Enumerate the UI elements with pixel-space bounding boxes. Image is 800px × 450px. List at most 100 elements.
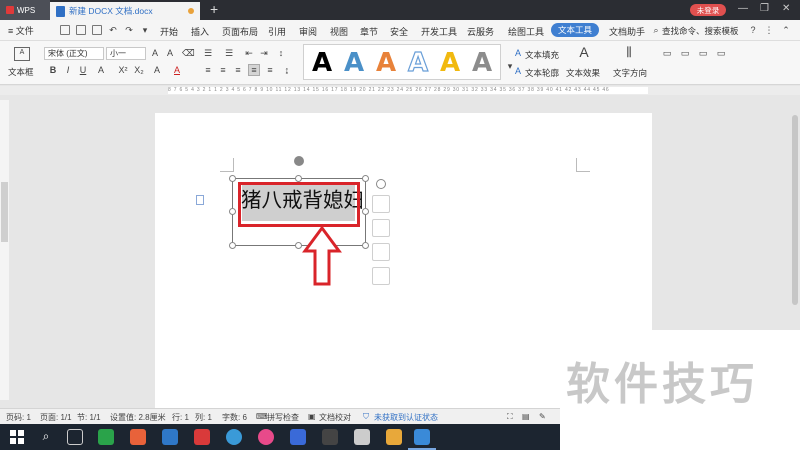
text-direction-icon[interactable]: ⫼: [622, 46, 636, 61]
auth-status[interactable]: 未获取到认证状态: [374, 412, 438, 423]
text-effect-label[interactable]: 文本效果: [566, 67, 600, 79]
underline-icon[interactable]: U: [78, 65, 88, 75]
menu-developer[interactable]: 开发工具: [421, 25, 457, 38]
menu-drawing-tools[interactable]: 绘图工具: [508, 25, 544, 38]
superscript-icon[interactable]: X²: [118, 65, 128, 75]
close-icon[interactable]: ✕: [782, 3, 790, 14]
resize-handle-w[interactable]: [229, 208, 236, 215]
windows-start-icon[interactable]: [10, 430, 24, 444]
taskbar-search-icon[interactable]: ⌕: [38, 429, 54, 445]
shape-fill-icon[interactable]: [372, 243, 390, 261]
grow-font-icon[interactable]: A: [150, 48, 160, 58]
spell-check-icon[interactable]: ⌨: [256, 412, 268, 421]
undo-icon[interactable]: ↶: [108, 25, 118, 35]
layout-options-icon[interactable]: [372, 195, 390, 213]
file-explorer-icon[interactable]: [386, 429, 402, 445]
resize-handle-sw[interactable]: [229, 242, 236, 249]
resize-handle-ne[interactable]: [362, 175, 369, 182]
login-button[interactable]: 未登录: [690, 4, 726, 16]
minimize-icon[interactable]: —: [738, 3, 748, 14]
line-spacing-icon[interactable]: ↨: [282, 65, 292, 75]
anchor-icon[interactable]: [196, 195, 204, 205]
menu-home[interactable]: 开始: [160, 25, 178, 38]
justify-icon[interactable]: ≡: [248, 64, 260, 76]
wps-taskbar-icon[interactable]: [414, 429, 430, 445]
taskbar-app-gray-icon[interactable]: [354, 429, 370, 445]
menu-cloud[interactable]: 云服务: [467, 25, 494, 38]
horizontal-ruler[interactable]: 8 7 6 5 4 3 2 1 1 2 3 4 5 6 7 8 9 10 11 …: [0, 86, 800, 95]
print-preview-icon[interactable]: [92, 25, 102, 35]
clear-format-icon[interactable]: ⌫: [182, 48, 195, 58]
ribbon-extra-icon-2[interactable]: ▭: [680, 48, 690, 58]
style-blue[interactable]: A: [344, 48, 364, 78]
increase-indent-icon[interactable]: ⇥: [259, 48, 269, 58]
taskbar-app-blue-icon[interactable]: [162, 429, 178, 445]
taskbar-app-red-icon[interactable]: [194, 429, 210, 445]
taskbar-app-grid-icon[interactable]: [290, 429, 306, 445]
style-orange[interactable]: A: [376, 48, 396, 78]
resize-handle-se[interactable]: [362, 242, 369, 249]
numbered-list-icon[interactable]: ☰: [224, 48, 234, 58]
wps-home-tab[interactable]: WPS: [0, 0, 50, 20]
font-color-icon[interactable]: A: [172, 65, 182, 75]
scrollbar-thumb[interactable]: [792, 115, 798, 305]
menu-review[interactable]: 审阅: [299, 25, 317, 38]
fullscreen-icon[interactable]: ⛶: [507, 412, 513, 422]
italic-icon[interactable]: I: [63, 65, 73, 75]
font-size-select[interactable]: 小一: [106, 47, 146, 60]
strikethrough-icon[interactable]: A: [96, 65, 106, 75]
save-icon[interactable]: [60, 25, 70, 35]
collapse-ribbon-icon[interactable]: ⌃: [781, 25, 791, 35]
text-effect-icon[interactable]: A: [577, 45, 591, 61]
proofread-icon[interactable]: ▣: [308, 412, 316, 421]
proofread[interactable]: 文档校对: [319, 412, 351, 423]
style-gray[interactable]: A: [472, 48, 492, 78]
command-search[interactable]: 查找命令、搜索模板: [662, 25, 739, 37]
text-outline-icon[interactable]: A: [513, 66, 523, 76]
wechat-icon[interactable]: [98, 429, 114, 445]
textbox-label[interactable]: 文本框: [8, 66, 34, 78]
print-icon[interactable]: [76, 25, 86, 35]
align-left-icon[interactable]: ≡: [203, 65, 213, 75]
bold-icon[interactable]: B: [48, 65, 58, 75]
char-shading-icon[interactable]: A: [152, 65, 162, 75]
bullet-list-icon[interactable]: ☰: [203, 48, 213, 58]
file-menu[interactable]: ≡ 文件: [8, 24, 34, 37]
font-name-select[interactable]: 宋体 (正文): [44, 47, 104, 60]
shape-outline-icon[interactable]: [372, 219, 390, 237]
menu-text-tools[interactable]: 文本工具: [551, 23, 599, 37]
resize-handle-n[interactable]: [295, 175, 302, 182]
browser-icon[interactable]: [226, 429, 242, 445]
distribute-icon[interactable]: ≡: [265, 65, 275, 75]
shape-preview-icon[interactable]: [372, 267, 390, 285]
ribbon-extra-icon-4[interactable]: ▭: [716, 48, 726, 58]
taskbar-app-orange-icon[interactable]: [130, 429, 146, 445]
ribbon-more-icon[interactable]: ⋮: [764, 25, 774, 35]
qq-icon[interactable]: [322, 429, 338, 445]
new-tab-button[interactable]: +: [210, 1, 218, 17]
taskbar-app-pink-icon[interactable]: [258, 429, 274, 445]
menu-doc-assistant[interactable]: 文档助手: [609, 25, 645, 38]
align-center-icon[interactable]: ≡: [218, 65, 228, 75]
text-direction-label[interactable]: 文字方向: [613, 67, 647, 79]
document-tab[interactable]: 新建 DOCX 文档.docx: [50, 2, 200, 20]
menu-reference[interactable]: 引用: [268, 25, 286, 38]
sort-icon[interactable]: ↕: [276, 48, 286, 58]
menu-view[interactable]: 视图: [330, 25, 348, 38]
align-right-icon[interactable]: ≡: [233, 65, 243, 75]
text-outline-label[interactable]: 文本轮廓: [525, 67, 559, 79]
resize-handle-nw[interactable]: [229, 175, 236, 182]
decrease-indent-icon[interactable]: ⇤: [244, 48, 254, 58]
style-outline-blue[interactable]: A: [407, 47, 428, 78]
shrink-font-icon[interactable]: A: [165, 48, 175, 58]
menu-chapter[interactable]: 章节: [360, 25, 378, 38]
help-icon[interactable]: ?: [748, 25, 758, 35]
menu-security[interactable]: 安全: [390, 25, 408, 38]
rotate-handle[interactable]: [294, 156, 304, 166]
text-fill-icon[interactable]: A: [513, 48, 523, 58]
textbox-icon[interactable]: A: [14, 47, 30, 61]
status-word-count[interactable]: 字数: 6: [222, 412, 247, 423]
quick-access-more-icon[interactable]: ▾: [140, 25, 150, 35]
vertical-ruler[interactable]: [0, 100, 9, 400]
resize-handle-s[interactable]: [295, 242, 302, 249]
